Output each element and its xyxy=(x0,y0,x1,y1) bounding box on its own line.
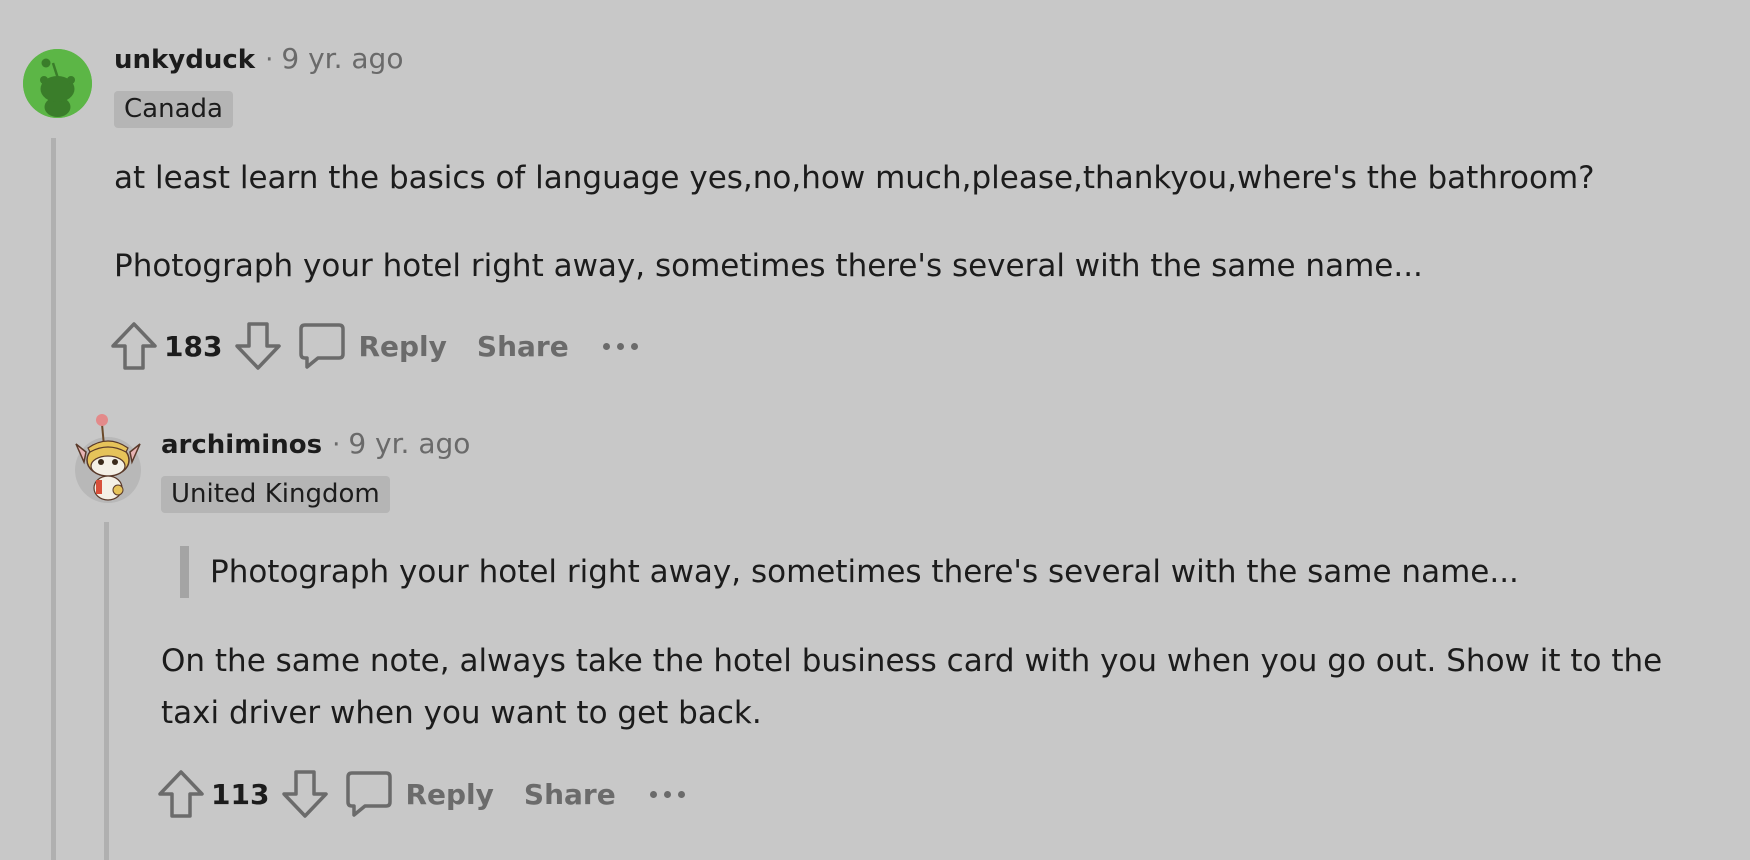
comment-thread: unkyduck · 9 yr. ago Canada at least lea… xyxy=(0,0,1750,860)
reply-label: Reply xyxy=(405,777,494,811)
ellipsis-icon xyxy=(663,790,671,798)
share-button[interactable]: Share xyxy=(524,778,616,811)
comment-action-bar: 113 Reply Share xyxy=(157,768,685,820)
reply-label: Reply xyxy=(358,329,447,363)
comment-meta: unkyduck · 9 yr. ago xyxy=(114,42,403,75)
avatar[interactable] xyxy=(70,410,146,505)
vote-score: 183 xyxy=(164,329,223,363)
meta-separator: · xyxy=(332,430,341,460)
more-options-button[interactable] xyxy=(649,768,685,820)
ellipsis-icon xyxy=(649,790,657,798)
timestamp[interactable]: 9 yr. ago xyxy=(348,427,470,460)
thread-line-level-1[interactable] xyxy=(51,138,56,860)
custom-snoo-avatar-icon xyxy=(75,414,141,503)
speech-bubble-icon xyxy=(346,771,393,817)
username[interactable]: unkyduck xyxy=(114,45,255,75)
comment-paragraph: On the same note, always take the hotel … xyxy=(161,643,1663,731)
arrow-up-icon xyxy=(111,322,157,370)
speech-bubble-icon xyxy=(299,323,346,369)
user-flair: Canada xyxy=(114,91,233,128)
blockquote-text: Photograph your hotel right away, someti… xyxy=(210,554,1519,590)
arrow-down-icon xyxy=(235,322,282,370)
comment-meta: archiminos · 9 yr. ago xyxy=(161,427,470,460)
avatar[interactable] xyxy=(23,49,92,118)
reply-button[interactable]: Reply xyxy=(345,770,494,818)
ellipsis-icon xyxy=(630,342,638,350)
timestamp[interactable]: 9 yr. ago xyxy=(281,42,403,75)
share-button[interactable]: Share xyxy=(477,330,569,363)
downvote-button[interactable] xyxy=(281,768,329,820)
thread-line-level-2[interactable] xyxy=(104,522,109,860)
downvote-button[interactable] xyxy=(234,320,282,372)
username[interactable]: archiminos xyxy=(161,430,322,460)
reply-button[interactable]: Reply xyxy=(298,322,447,370)
comment-action-bar: 183 Reply Share xyxy=(110,320,638,372)
user-flair: United Kingdom xyxy=(161,476,390,513)
vote-score: 113 xyxy=(211,777,270,811)
ellipsis-icon xyxy=(602,342,610,350)
more-options-button[interactable] xyxy=(602,320,638,372)
blockquote-bar xyxy=(180,546,189,598)
meta-separator: · xyxy=(265,45,274,75)
ellipsis-icon xyxy=(616,342,624,350)
comment-paragraph: at least learn the basics of language ye… xyxy=(114,160,1595,196)
comment-paragraph: Photograph your hotel right away, someti… xyxy=(114,248,1423,284)
arrow-up-icon xyxy=(158,770,204,818)
snoo-avatar-icon xyxy=(23,49,92,118)
upvote-button[interactable] xyxy=(110,320,158,372)
ellipsis-icon xyxy=(677,790,685,798)
arrow-down-icon xyxy=(282,770,329,818)
upvote-button[interactable] xyxy=(157,768,205,820)
